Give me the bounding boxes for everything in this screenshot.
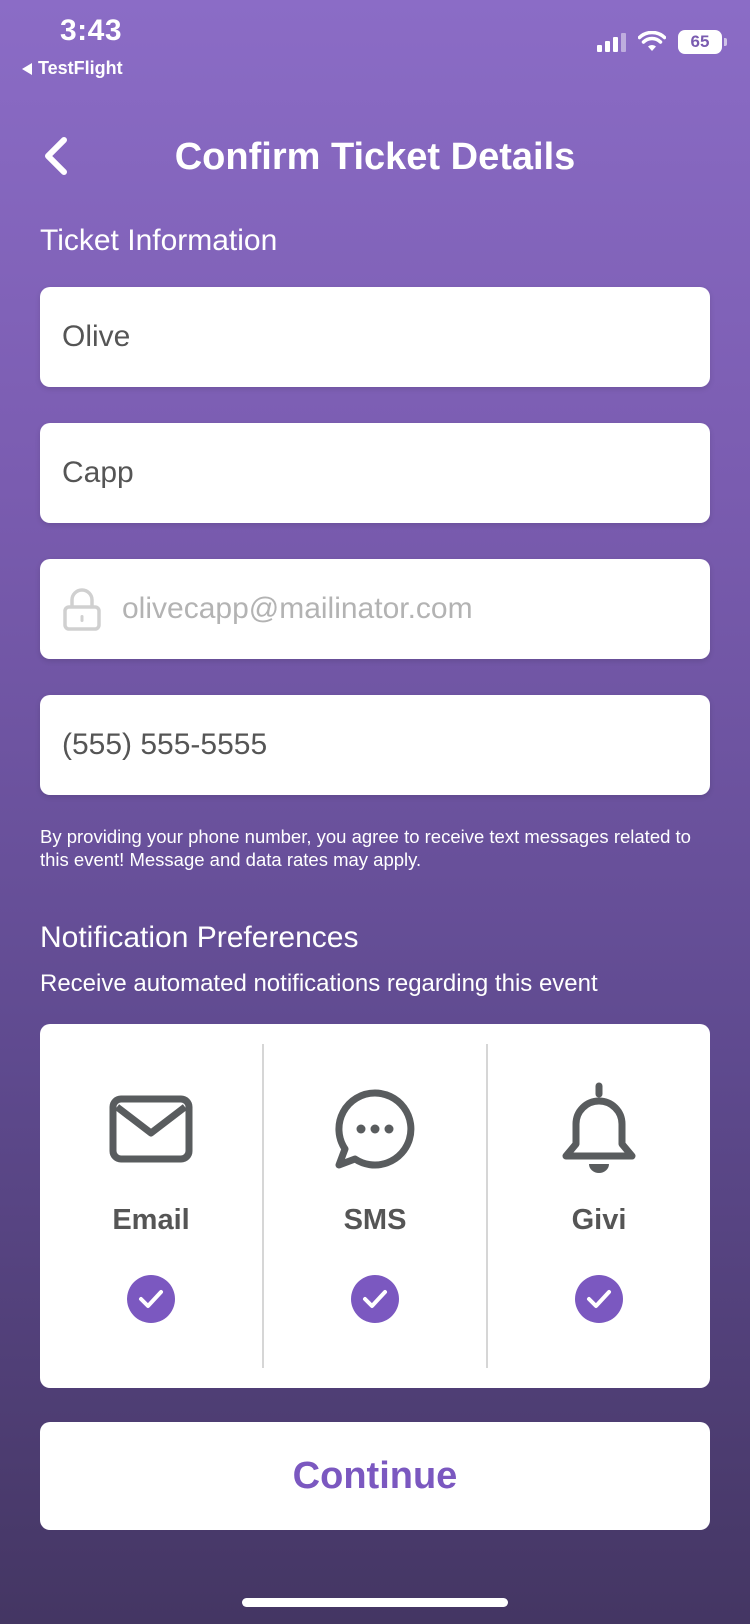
- last-name-field[interactable]: Capp: [40, 423, 710, 523]
- status-bar: 3:43 TestFlight 65: [0, 0, 750, 90]
- back-triangle-icon: [22, 62, 32, 75]
- lock-icon: [63, 588, 101, 631]
- email-value: olivecapp@mailinator.com: [122, 592, 473, 625]
- sms-checkmark-icon[interactable]: [351, 1275, 399, 1323]
- chat-bubble-icon: [330, 1084, 420, 1174]
- first-name-field[interactable]: Olive: [40, 287, 710, 387]
- back-app-label: TestFlight: [38, 58, 123, 78]
- status-indicators: 65: [597, 30, 727, 54]
- last-name-value: Capp: [62, 456, 134, 489]
- ticket-info-heading: Ticket Information: [40, 224, 278, 257]
- first-name-value: Olive: [62, 320, 131, 353]
- status-time: 3:43: [60, 14, 123, 47]
- battery-icon: 65: [678, 30, 727, 54]
- sms-disclaimer: By providing your phone number, you agre…: [40, 826, 691, 870]
- bell-icon: [554, 1082, 644, 1174]
- notification-option-sms[interactable]: SMS: [262, 1044, 486, 1368]
- nav-bar: Confirm Ticket Details: [0, 120, 750, 200]
- wifi-icon: [638, 31, 666, 51]
- back-to-app-link[interactable]: TestFlight: [22, 58, 123, 79]
- givi-option-label: Givi: [571, 1204, 627, 1236]
- email-field: olivecapp@mailinator.com: [40, 559, 710, 659]
- notification-option-givi[interactable]: Givi: [486, 1044, 710, 1368]
- phone-value: (555) 555-5555: [62, 728, 268, 761]
- email-checkmark-icon[interactable]: [127, 1275, 175, 1323]
- phone-field[interactable]: (555) 555-5555: [40, 695, 710, 795]
- notification-options-card: Email SMS Givi: [40, 1024, 710, 1388]
- cellular-signal-icon: [597, 32, 626, 52]
- notification-preferences-subheading: Receive automated notifications regardin…: [40, 970, 598, 997]
- continue-button[interactable]: Continue: [40, 1422, 710, 1530]
- notification-preferences-heading: Notification Preferences: [40, 921, 359, 954]
- givi-checkmark-icon[interactable]: [575, 1275, 623, 1323]
- home-indicator[interactable]: [242, 1598, 508, 1607]
- notification-option-email[interactable]: Email: [40, 1044, 262, 1368]
- envelope-icon: [106, 1084, 196, 1174]
- sms-option-label: SMS: [343, 1204, 407, 1236]
- email-option-label: Email: [112, 1204, 190, 1236]
- page-title: Confirm Ticket Details: [174, 136, 576, 178]
